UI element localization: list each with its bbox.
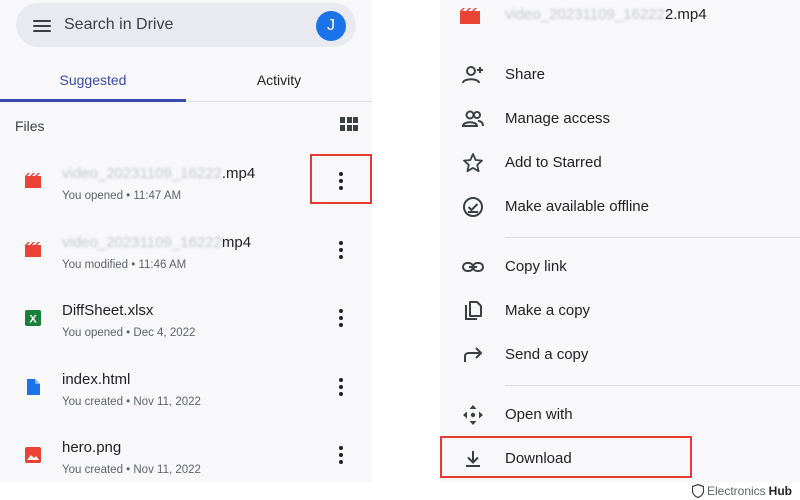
files-section-label: Files	[15, 118, 45, 134]
video-file-icon	[25, 173, 41, 188]
menu-file-name: video_20231109_162222.mp4	[505, 6, 707, 23]
watermark-text-bold: Hub	[768, 484, 792, 498]
offline-check-icon	[463, 197, 483, 217]
move-arrows-icon	[463, 405, 483, 425]
menu-item-share[interactable]: Share	[440, 53, 800, 97]
highlight-box-download	[440, 436, 692, 478]
link-icon	[462, 262, 484, 272]
spreadsheet-file-icon: X	[25, 310, 41, 326]
video-file-icon	[460, 8, 480, 24]
menu-item-label: Share	[505, 66, 546, 83]
file-meta: You opened • Dec 4, 2022	[62, 327, 196, 339]
menu-item-copy-link[interactable]: Copy link	[440, 245, 800, 289]
file-meta: You opened • 11:47 AM	[62, 190, 182, 202]
add-person-icon	[462, 66, 483, 84]
tab-suggested[interactable]: Suggested	[0, 58, 186, 102]
document-file-icon	[27, 379, 40, 395]
file-name: video_20231109_16222mp4	[62, 234, 252, 251]
file-meta: You modified • 11:46 AM	[62, 259, 187, 271]
more-options-icon[interactable]	[333, 376, 349, 398]
tab-activity[interactable]: Activity	[186, 58, 372, 102]
more-options-icon[interactable]	[333, 239, 349, 261]
svg-text:X: X	[29, 314, 37, 326]
menu-item-add-to-starred[interactable]: Add to Starred	[440, 141, 800, 185]
file-name: DiffSheet.xlsx	[62, 302, 154, 319]
more-options-icon[interactable]	[333, 307, 349, 329]
file-meta: You created • Nov 11, 2022	[62, 396, 201, 408]
menu-item-open-with[interactable]: Open with	[440, 393, 800, 437]
file-row[interactable]: hero.png You created • Nov 11, 2022	[0, 426, 372, 482]
star-icon	[463, 153, 483, 173]
menu-item-label: Open with	[505, 406, 573, 423]
people-icon	[462, 110, 484, 127]
file-name: hero.png	[62, 439, 122, 456]
menu-item-label: Copy link	[505, 258, 567, 275]
menu-item-manage-access[interactable]: Manage access	[440, 97, 800, 141]
shield-logo-icon	[691, 484, 704, 498]
menu-item-label: Add to Starred	[505, 154, 602, 171]
search-bar[interactable]: Search in Drive J	[16, 3, 356, 47]
menu-divider	[505, 237, 800, 238]
file-name: video_20231109_16222.mp4	[62, 165, 256, 182]
search-input[interactable]: Search in Drive	[64, 16, 173, 34]
file-row[interactable]: video_20231109_16222mp4 You modified • 1…	[0, 221, 372, 281]
image-file-icon	[25, 447, 41, 463]
drive-file-list-panel: Search in Drive J Suggested Activity Fil…	[0, 0, 372, 482]
more-options-icon[interactable]	[333, 444, 349, 466]
active-tab-indicator	[0, 99, 186, 102]
file-name: index.html	[62, 371, 131, 388]
menu-item-label: Make available offline	[505, 198, 649, 215]
avatar[interactable]: J	[316, 11, 346, 41]
menu-item-label: Make a copy	[505, 302, 591, 319]
menu-item-make-available-offline[interactable]: Make available offline	[440, 185, 800, 229]
highlight-box-more-options	[310, 154, 372, 204]
file-meta: You created • Nov 11, 2022	[62, 464, 201, 476]
menu-item-make-a-copy[interactable]: Make a copy	[440, 289, 800, 333]
copy-icon	[465, 301, 482, 320]
watermark-text: Electronics	[706, 484, 766, 498]
file-row[interactable]: X DiffSheet.xlsx You opened • Dec 4, 202…	[0, 289, 372, 349]
menu-divider	[505, 385, 800, 386]
file-options-menu: video_20231109_162222.mp4 Share Manage a…	[440, 0, 800, 482]
send-arrow-icon	[464, 347, 483, 362]
menu-item-label: Manage access	[505, 110, 611, 127]
menu-icon[interactable]	[33, 20, 51, 32]
menu-item-label: Send a copy	[505, 346, 589, 363]
menu-item-send-a-copy[interactable]: Send a copy	[440, 333, 800, 377]
tab-bar: Suggested Activity	[0, 58, 372, 102]
video-file-icon	[25, 242, 41, 257]
watermark: Electronics Hub	[691, 484, 792, 498]
file-row[interactable]: index.html You created • Nov 11, 2022	[0, 358, 372, 418]
grid-view-icon[interactable]	[340, 117, 358, 132]
